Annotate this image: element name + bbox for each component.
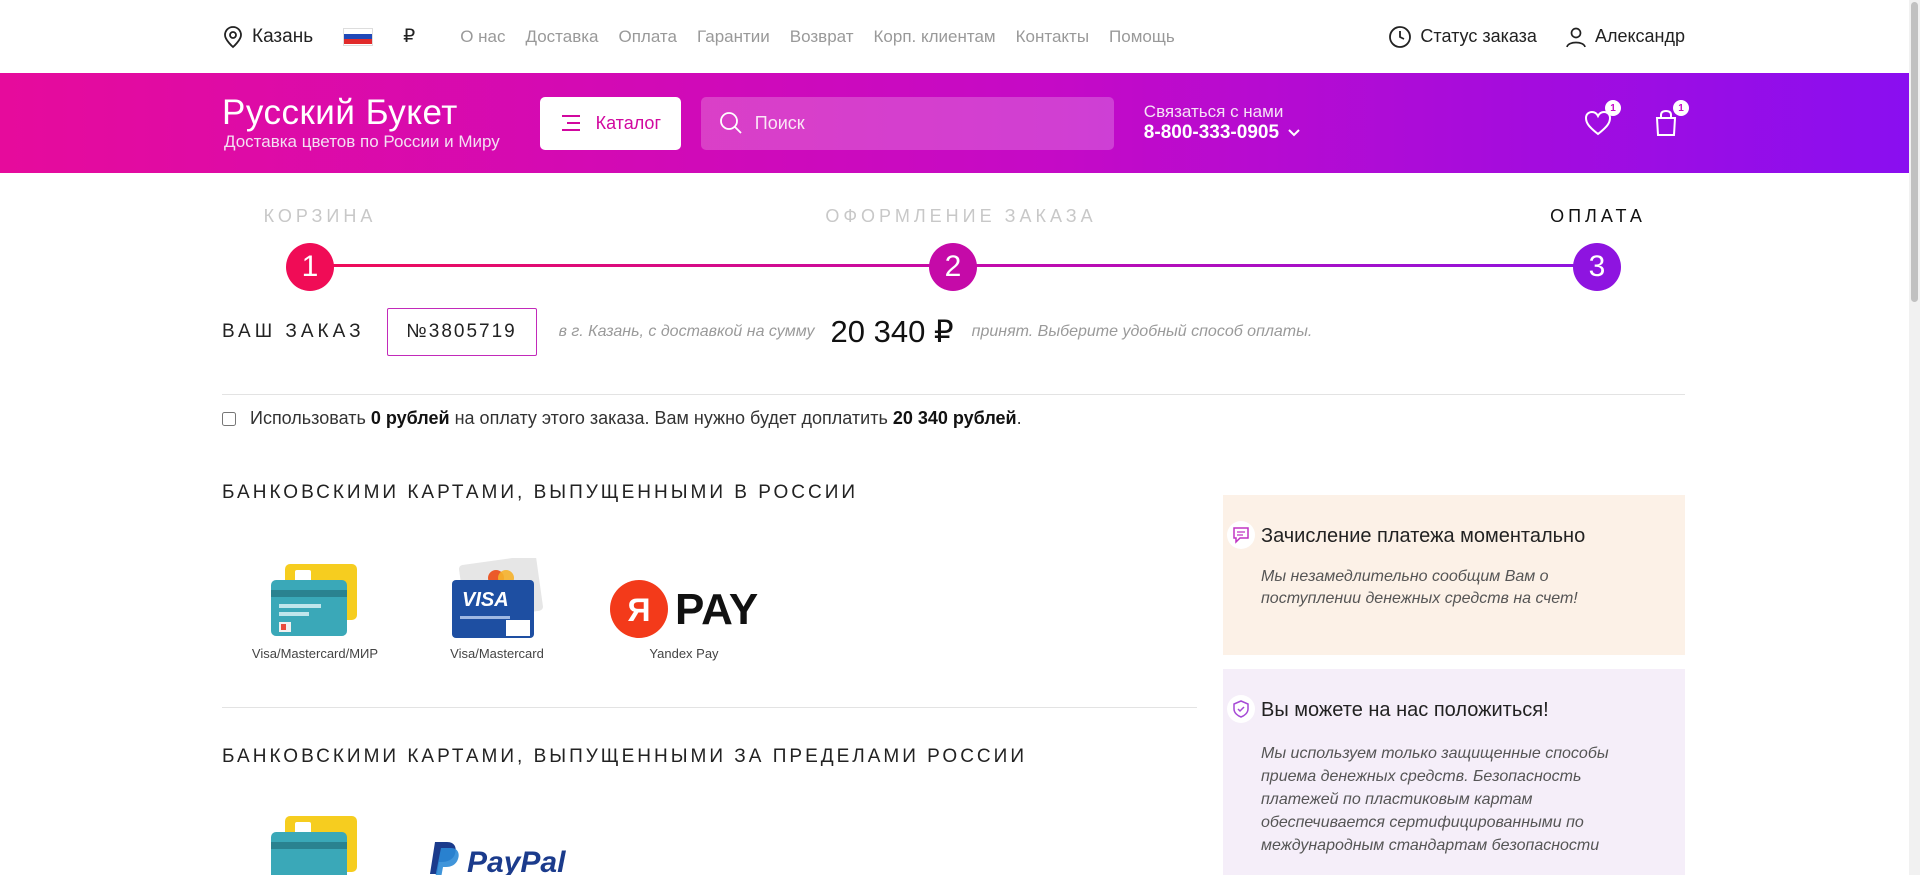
info-instant-text: Мы незамедлительно сообщим Вам о поступл… — [1261, 568, 1578, 607]
city-name: Казань — [252, 25, 314, 47]
phone-dropdown[interactable]: 8-800-333-0905 — [1144, 122, 1301, 144]
step-label-payment: ОПЛАТА — [1550, 206, 1646, 226]
cart-button[interactable]: 1 — [1651, 100, 1689, 138]
city-selector[interactable]: Казань — [222, 25, 313, 49]
bank-cards-icon — [271, 564, 357, 636]
page-scrollbar[interactable] — [1909, 0, 1920, 875]
info-instant-title: Зачисление платежа моментально — [1261, 525, 1586, 547]
payment-methods-abroad: PayPal — [245, 812, 609, 875]
payment-method-label: Visa/Mastercard — [450, 646, 544, 661]
order-status-link[interactable]: Статус заказа — [1388, 25, 1537, 49]
yandex-pay-logo-icon: Я PAY — [610, 580, 758, 638]
menu-icon — [561, 115, 580, 131]
nav-guarantees[interactable]: Гарантии — [697, 27, 770, 47]
search-box — [700, 96, 1114, 150]
visa-cards-icon: VISA — [452, 558, 543, 638]
payment-method-visa-mc[interactable]: VISA Visa/Mastercard — [427, 550, 609, 661]
top-nav: О нас Доставка Оплата Гарантии Возврат К… — [460, 27, 1175, 47]
svg-text:VISA: VISA — [462, 589, 509, 611]
logo-name: Русский Букет — [222, 93, 458, 132]
user-account-link[interactable]: Александр — [1565, 26, 1685, 48]
search-icon — [719, 112, 742, 134]
nav-help[interactable]: Помощь — [1109, 27, 1175, 47]
user-icon — [1566, 27, 1586, 47]
nav-contacts[interactable]: Контакты — [1016, 27, 1089, 47]
clock-icon — [1389, 25, 1412, 48]
bonus-checkbox[interactable] — [222, 411, 236, 426]
search-input[interactable] — [754, 112, 1095, 134]
info-trust: Вы можете на нас положиться! Мы использу… — [1223, 669, 1685, 875]
favorites-count-badge: 1 — [1605, 100, 1621, 116]
main-header: Русский Букет Доставка цветов по России … — [0, 73, 1909, 173]
order-title: ВАШ ЗАКАЗ — [222, 321, 365, 342]
russia-flag-icon[interactable] — [343, 27, 374, 46]
step-line-1 — [310, 264, 953, 267]
payment-methods-russia: Visa/Mastercard/МИР VISA Visa/Mastercard… — [245, 550, 791, 661]
order-city-text: в г. Казань, с доставкой на сумму — [558, 323, 815, 340]
top-bar: Казань ₽ О нас Доставка Оплата Гарантии … — [0, 0, 1909, 73]
location-pin-icon — [224, 25, 242, 48]
payment-method-paypal[interactable]: PayPal — [427, 812, 609, 875]
nav-returns[interactable]: Возврат — [790, 27, 854, 47]
payment-method-visa-mc-mir[interactable]: Visa/Mastercard/МИР — [245, 550, 427, 661]
svg-text:Я: Я — [628, 592, 651, 628]
bonus-option[interactable]: Использовать 0 рублей на оплату этого за… — [222, 408, 1022, 429]
catalog-label: Каталог — [595, 112, 662, 133]
section-title-russia: БАНКОВСКИМИ КАРТАМИ, ВЫПУЩЕННЫМИ В РОССИ… — [222, 482, 859, 503]
catalog-button[interactable]: Каталог — [539, 96, 681, 150]
order-sum: 20 340 ₽ — [830, 314, 954, 349]
paypal-logo-icon: PayPal — [430, 842, 566, 875]
nav-about[interactable]: О нас — [460, 27, 505, 47]
nav-delivery[interactable]: Доставка — [525, 27, 598, 47]
cart-count-badge: 1 — [1673, 100, 1689, 116]
step-circle-2[interactable]: 2 — [929, 243, 977, 291]
favorites-button[interactable]: 1 — [1583, 100, 1621, 138]
user-name: Александр — [1594, 26, 1685, 46]
step-label-checkout: ОФОРМЛЕНИЕ ЗАКАЗА — [825, 206, 1097, 226]
step-circle-3: 3 — [1573, 243, 1621, 291]
divider — [222, 707, 1197, 708]
order-accepted-text: принят. Выберите удобный способ оплаты. — [971, 323, 1313, 340]
contact-block[interactable]: Связаться с нами 8-800-333-0905 — [1144, 102, 1301, 144]
divider — [222, 394, 1685, 395]
step-line-2 — [953, 264, 1596, 267]
payment-method-yandex-pay[interactable]: Я PAY Yandex Pay — [609, 550, 791, 661]
chevron-down-icon — [1288, 129, 1300, 137]
phone-number: 8-800-333-0905 — [1143, 122, 1280, 143]
shield-check-icon — [1227, 695, 1255, 723]
nav-corporate[interactable]: Корп. клиентам — [874, 27, 996, 47]
info-instant-payment: Зачисление платежа моментально Мы незаме… — [1223, 495, 1685, 655]
site-logo[interactable]: Русский Букет Доставка цветов по России … — [222, 94, 500, 152]
svg-text:PAY: PAY — [675, 585, 758, 634]
info-trust-title: Вы можете на нас положиться! — [1261, 699, 1549, 721]
currency-selector[interactable]: ₽ — [403, 25, 415, 48]
message-icon — [1227, 521, 1255, 549]
payment-method-label: Yandex Pay — [649, 646, 719, 661]
bank-cards-icon — [271, 816, 357, 875]
order-status-label: Статус заказа — [1420, 26, 1537, 46]
info-trust-text: Мы используем только защищенные способы … — [1261, 745, 1609, 854]
step-circle-1[interactable]: 1 — [286, 243, 334, 291]
order-number: №3805719 — [386, 308, 537, 356]
nav-payment[interactable]: Оплата — [619, 27, 677, 47]
section-title-abroad: БАНКОВСКИМИ КАРТАМИ, ВЫПУЩЕННЫМИ ЗА ПРЕД… — [222, 746, 1027, 767]
step-label-cart: КОРЗИНА — [263, 206, 377, 226]
svg-text:PayPal: PayPal — [467, 846, 566, 875]
order-summary-line: ВАШ ЗАКАЗ №3805719 в г. Казань, с достав… — [222, 307, 1312, 357]
bonus-text: Использовать 0 рублей на оплату этого за… — [250, 408, 1022, 428]
logo-tagline: Доставка цветов по России и Миру — [224, 132, 500, 151]
contact-label: Связаться с нами — [1143, 102, 1284, 121]
payment-method-label: Visa/Mastercard/МИР — [251, 646, 379, 661]
checkout-stepper: КОРЗИНА ОФОРМЛЕНИЕ ЗАКАЗА ОПЛАТА 1 2 3 — [222, 173, 1685, 303]
payment-method-foreign-cards[interactable] — [245, 812, 427, 875]
